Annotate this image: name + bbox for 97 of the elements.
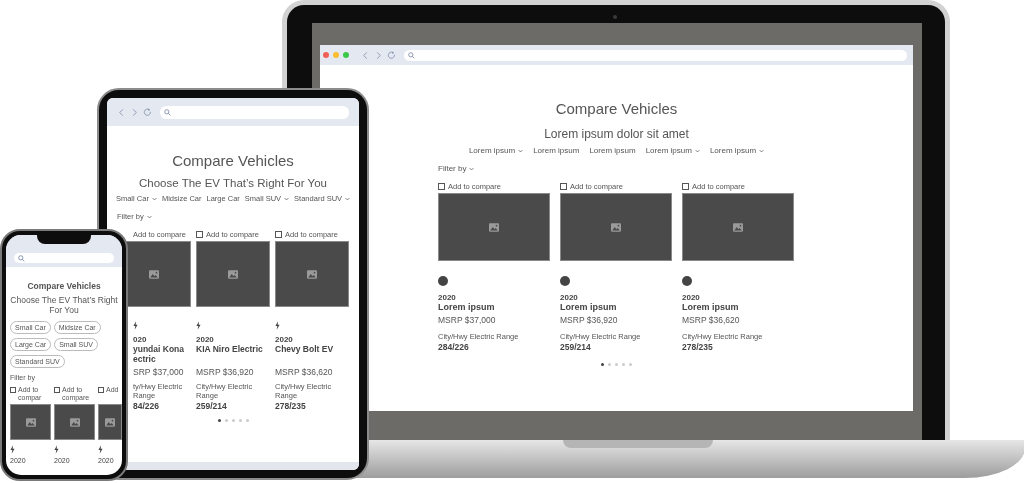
pagination-dot[interactable] (608, 363, 611, 366)
checkbox[interactable] (560, 183, 567, 190)
range-value: 259/214 (560, 342, 591, 352)
page-subtitle: Choose The EV That’s Right For You (10, 295, 119, 315)
dot-icon (560, 276, 570, 286)
lightning-icon (54, 445, 59, 454)
pagination-dot[interactable] (224, 419, 228, 422)
vehicle-name: yundai Kona ectric (133, 344, 184, 364)
caret-icon (345, 196, 351, 201)
checkbox[interactable] (682, 183, 689, 190)
caret-icon (151, 196, 157, 201)
lightning-icon (133, 321, 138, 330)
caret-icon (694, 148, 700, 153)
vehicle-year: 2020 (275, 335, 293, 344)
dot-icon (438, 276, 448, 286)
caret-icon (146, 214, 152, 219)
caret-icon (284, 196, 290, 201)
range-value: 278/235 (682, 342, 713, 352)
page-subtitle: Choose The EV That’s Right For You (138, 177, 328, 190)
image-icon (105, 417, 115, 427)
image-icon (611, 222, 621, 232)
search-icon (164, 108, 171, 116)
category-menu[interactable]: Lorem ipsum (589, 146, 636, 155)
caret-icon (759, 148, 765, 153)
address-field[interactable] (160, 105, 349, 119)
minimize-button[interactable] (333, 52, 339, 58)
vehicle-year: 020 (133, 335, 147, 344)
close-button[interactable] (323, 52, 329, 58)
image-icon (25, 417, 36, 427)
pagination-dot[interactable] (615, 363, 618, 366)
back-icon[interactable] (117, 107, 126, 117)
vehicle-price: MSRP $36,920 (560, 315, 618, 325)
image-icon (149, 269, 159, 279)
address-field[interactable] (14, 253, 114, 263)
vehicle-year: 2020 (560, 293, 578, 302)
lightning-icon (10, 445, 15, 454)
category-menu[interactable]: Lorem ipsum (468, 146, 524, 155)
search-icon (408, 51, 415, 59)
phone-notch (37, 234, 91, 244)
vehicle-name: Lorem ipsum (438, 302, 495, 312)
zoom-button[interactable] (343, 52, 349, 58)
vehicle-price: MSRP $36,620 (682, 315, 740, 325)
camera-lens (613, 15, 617, 19)
pagination-dot[interactable] (231, 419, 235, 422)
page-title: Compare Vehicles (26, 281, 102, 291)
image-icon (489, 222, 499, 232)
lightning-icon (275, 321, 280, 330)
vehicle-price: MSRP $36,620 (275, 367, 333, 377)
category-menu[interactable]: Lorem ipsum (709, 146, 765, 155)
vehicle-price: MSRP $37,000 (438, 315, 496, 325)
range-value: 84/226 (133, 401, 159, 411)
vehicle-name: Lorem ipsum (560, 302, 617, 312)
vehicle-year: 2020 (682, 293, 700, 302)
filter-dropdown[interactable]: Filter by (438, 164, 475, 173)
back-icon[interactable] (361, 50, 370, 60)
checkbox[interactable] (98, 387, 104, 393)
checkbox[interactable] (196, 231, 203, 238)
caret-icon (469, 166, 475, 171)
image-icon (228, 269, 238, 279)
lightning-icon (196, 321, 201, 330)
vehicle-price: SRP $37,000 (133, 367, 184, 377)
page-title: Compare Vehicles (171, 152, 295, 169)
reload-icon[interactable] (143, 107, 152, 117)
category-menu[interactable]: Lorem ipsum (533, 146, 580, 155)
vehicle-year: 2020 (196, 335, 214, 344)
image-icon (307, 269, 317, 279)
dot-icon (682, 276, 692, 286)
image-icon (69, 417, 80, 427)
range-value: 259/214 (196, 401, 227, 411)
checkbox[interactable] (438, 183, 445, 190)
vehicle-name: Chevy Bolt EV (275, 344, 334, 356)
page-subtitle: Lorem ipsum dolor sit amet (543, 127, 690, 141)
page-title: Compare Vehicles (554, 100, 679, 117)
image-icon (733, 222, 743, 232)
checkbox[interactable] (275, 231, 282, 238)
vehicle-name: KIA Niro Electric (196, 344, 263, 356)
vehicle-year: 2020 (438, 293, 456, 302)
reload-icon[interactable] (387, 50, 396, 60)
address-field[interactable] (404, 49, 907, 61)
search-icon (18, 254, 25, 262)
forward-icon[interactable] (374, 50, 383, 60)
pagination-dot[interactable] (238, 419, 242, 422)
checkbox[interactable] (10, 387, 16, 393)
category-menu[interactable]: Lorem ipsum (645, 146, 700, 155)
pagination-dot[interactable] (601, 363, 604, 366)
pagination-dot[interactable] (217, 419, 221, 422)
pagination-dot[interactable] (245, 419, 249, 422)
pagination-dot[interactable] (629, 363, 632, 366)
pagination-dot[interactable] (622, 363, 625, 366)
vehicle-name: Lorem ipsum (682, 302, 739, 312)
lightning-icon (98, 445, 103, 454)
range-value: 284/226 (438, 342, 469, 352)
range-value: 278/235 (275, 401, 306, 411)
vehicle-price: MSRP $36,920 (196, 367, 254, 377)
checkbox[interactable] (54, 387, 60, 393)
caret-icon (518, 148, 524, 153)
forward-icon[interactable] (130, 107, 139, 117)
